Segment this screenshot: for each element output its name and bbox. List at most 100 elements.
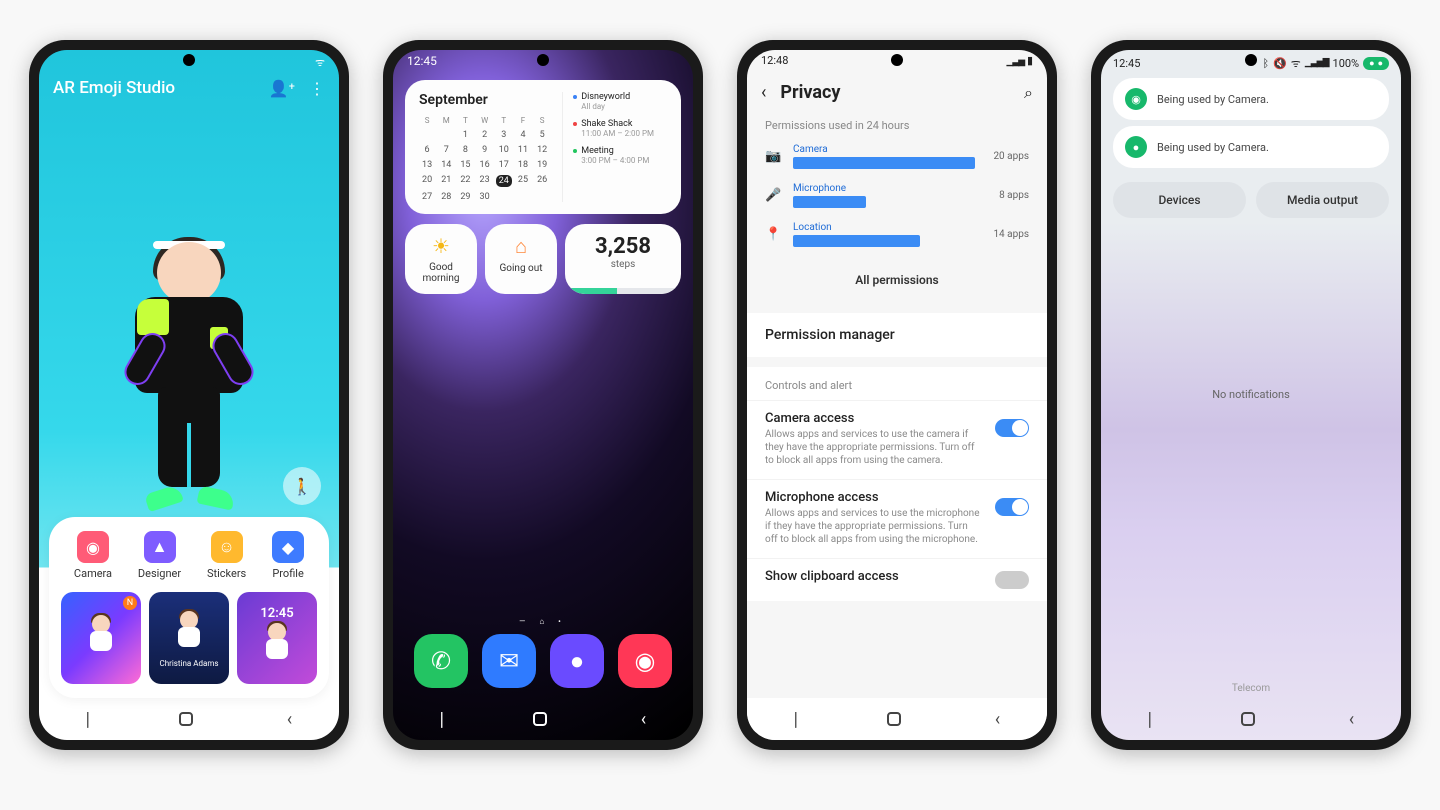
cal-day[interactable]: 3	[496, 130, 512, 140]
avatar-character[interactable]	[114, 237, 264, 527]
cal-day[interactable]: 14	[438, 160, 454, 170]
add-user-icon[interactable]: 👤⁺	[269, 79, 295, 98]
perm-usage-bar	[793, 196, 866, 208]
cal-day[interactable]: 16	[477, 160, 493, 170]
app-icon: ✆	[431, 647, 451, 675]
cal-day[interactable]: 13	[419, 160, 435, 170]
battery-icon: ▮	[1027, 54, 1033, 67]
camera-mic-indicator[interactable]: ●●	[1363, 57, 1389, 70]
cal-day[interactable]	[419, 130, 435, 140]
nav-back[interactable]: ›	[287, 709, 292, 730]
nav-back[interactable]: ›	[995, 709, 1000, 730]
cal-day[interactable]: 15	[457, 160, 473, 170]
cal-day[interactable]	[496, 192, 512, 202]
cal-event[interactable]: Disneyworld All day	[573, 92, 667, 111]
tool-stickers[interactable]: ☺ Stickers	[207, 531, 246, 580]
control-row[interactable]: Microphone access Allows apps and servic…	[747, 479, 1047, 558]
routine-widget-morning[interactable]: ☀ Good morning	[405, 224, 477, 294]
dock-app-0[interactable]: ✆	[414, 634, 468, 688]
devices-chip[interactable]: Devices	[1113, 182, 1246, 218]
cal-day[interactable]: 10	[496, 145, 512, 155]
steps-widget[interactable]: 3,258 steps	[565, 224, 681, 294]
cal-day[interactable]: 1	[457, 130, 473, 140]
perm-row-camera[interactable]: 📷 Camera 20 apps	[747, 140, 1047, 179]
perm-row-microphone[interactable]: 🎤 Microphone 8 apps	[747, 179, 1047, 218]
signal-icon: ▁▃▅	[1006, 57, 1024, 67]
tool-designer[interactable]: ▲ Designer	[138, 531, 181, 580]
pose-fab[interactable]: 🚶	[283, 467, 321, 505]
cal-event[interactable]: Meeting 3:00 PM – 4:00 PM	[573, 146, 667, 165]
cal-day[interactable]: 21	[438, 175, 454, 187]
cal-day[interactable]: 9	[477, 145, 493, 155]
permission-manager-link[interactable]: Permission manager	[747, 313, 1047, 357]
cal-day[interactable]	[438, 130, 454, 140]
perm-name: Location	[793, 222, 975, 233]
cal-day[interactable]: 11	[515, 145, 531, 155]
more-icon[interactable]: ⋮	[309, 79, 325, 98]
cal-day[interactable]: 5	[534, 130, 550, 140]
bottom-sheet: ◉ Camera ▲ Designer ☺ Stickers ◆ Profile…	[49, 517, 329, 698]
nav-home[interactable]	[533, 712, 547, 726]
notification[interactable]: ● Being used by Camera.	[1113, 126, 1389, 168]
template-thumb[interactable]: 12:45	[237, 592, 317, 684]
notification[interactable]: ◉ Being used by Camera.	[1113, 78, 1389, 120]
page-indicator[interactable]: — ⌂ •	[393, 611, 693, 634]
back-icon[interactable]: ‹	[761, 82, 766, 103]
toggle-on[interactable]	[995, 419, 1029, 437]
section-label: Permissions used in 24 hours	[747, 117, 1047, 140]
dock-app-2[interactable]: ●	[550, 634, 604, 688]
cal-day[interactable]: 18	[515, 160, 531, 170]
all-permissions-link[interactable]: All permissions	[747, 257, 1047, 303]
toggle-on[interactable]	[995, 498, 1029, 516]
cal-dow: S	[534, 116, 550, 125]
profile-icon: ◆	[272, 531, 304, 563]
cal-day[interactable]: 30	[477, 192, 493, 202]
cal-day[interactable]: 7	[438, 145, 454, 155]
cal-day[interactable]: 19	[534, 160, 550, 170]
cal-dow: F	[515, 116, 531, 125]
cal-day[interactable]: 22	[457, 175, 473, 187]
template-thumb[interactable]: Christina Adams	[149, 592, 229, 684]
cal-day[interactable]: 8	[457, 145, 473, 155]
calendar-month: September	[419, 92, 550, 108]
cal-day[interactable]: 25	[515, 175, 531, 187]
nav-home[interactable]	[179, 712, 193, 726]
cal-day[interactable]: 24	[496, 175, 512, 187]
cal-event[interactable]: Shake Shack 11:00 AM – 2:00 PM	[573, 119, 667, 138]
nav-home[interactable]	[887, 712, 901, 726]
microphone-icon: 🎤	[765, 188, 781, 203]
search-icon[interactable]: ⌕	[1024, 83, 1033, 103]
cal-day[interactable]: 2	[477, 130, 493, 140]
dock-app-1[interactable]: ✉	[482, 634, 536, 688]
nav-home[interactable]	[1241, 712, 1255, 726]
routine-widget-out[interactable]: ⌂ Going out	[485, 224, 557, 294]
cal-day[interactable]: 12	[534, 145, 550, 155]
perm-row-location[interactable]: 📍 Location 14 apps	[747, 218, 1047, 257]
clipboard-access-row[interactable]: Show clipboard access	[747, 558, 1047, 601]
cal-dow: T	[496, 116, 512, 125]
cal-day[interactable]: 29	[457, 192, 473, 202]
cal-day[interactable]: 17	[496, 160, 512, 170]
nav-bar: ||| ›	[39, 698, 339, 740]
nav-back[interactable]: ›	[1349, 709, 1354, 730]
template-thumb[interactable]: N	[61, 592, 141, 684]
nav-back[interactable]: ›	[641, 709, 646, 730]
cal-day[interactable]: 6	[419, 145, 435, 155]
signal-icon: ▁▃▅▇	[1305, 58, 1329, 68]
dock-app-3[interactable]: ◉	[618, 634, 672, 688]
toggle-off[interactable]	[995, 571, 1029, 589]
cal-day[interactable]: 28	[438, 192, 454, 202]
cal-day[interactable]	[515, 192, 531, 202]
tool-camera[interactable]: ◉ Camera	[74, 531, 112, 580]
cal-day[interactable]: 26	[534, 175, 550, 187]
cal-day[interactable]: 27	[419, 192, 435, 202]
status-time: 12:45	[407, 54, 437, 68]
media-output-chip[interactable]: Media output	[1256, 182, 1389, 218]
calendar-widget[interactable]: September SMTWTFS12345678910111213141516…	[405, 80, 681, 214]
control-row[interactable]: Camera access Allows apps and services t…	[747, 400, 1047, 479]
tool-profile[interactable]: ◆ Profile	[272, 531, 304, 580]
cal-day[interactable]: 23	[477, 175, 493, 187]
cal-day[interactable]: 4	[515, 130, 531, 140]
cal-day[interactable]: 20	[419, 175, 435, 187]
perm-count: 14 apps	[987, 229, 1029, 240]
